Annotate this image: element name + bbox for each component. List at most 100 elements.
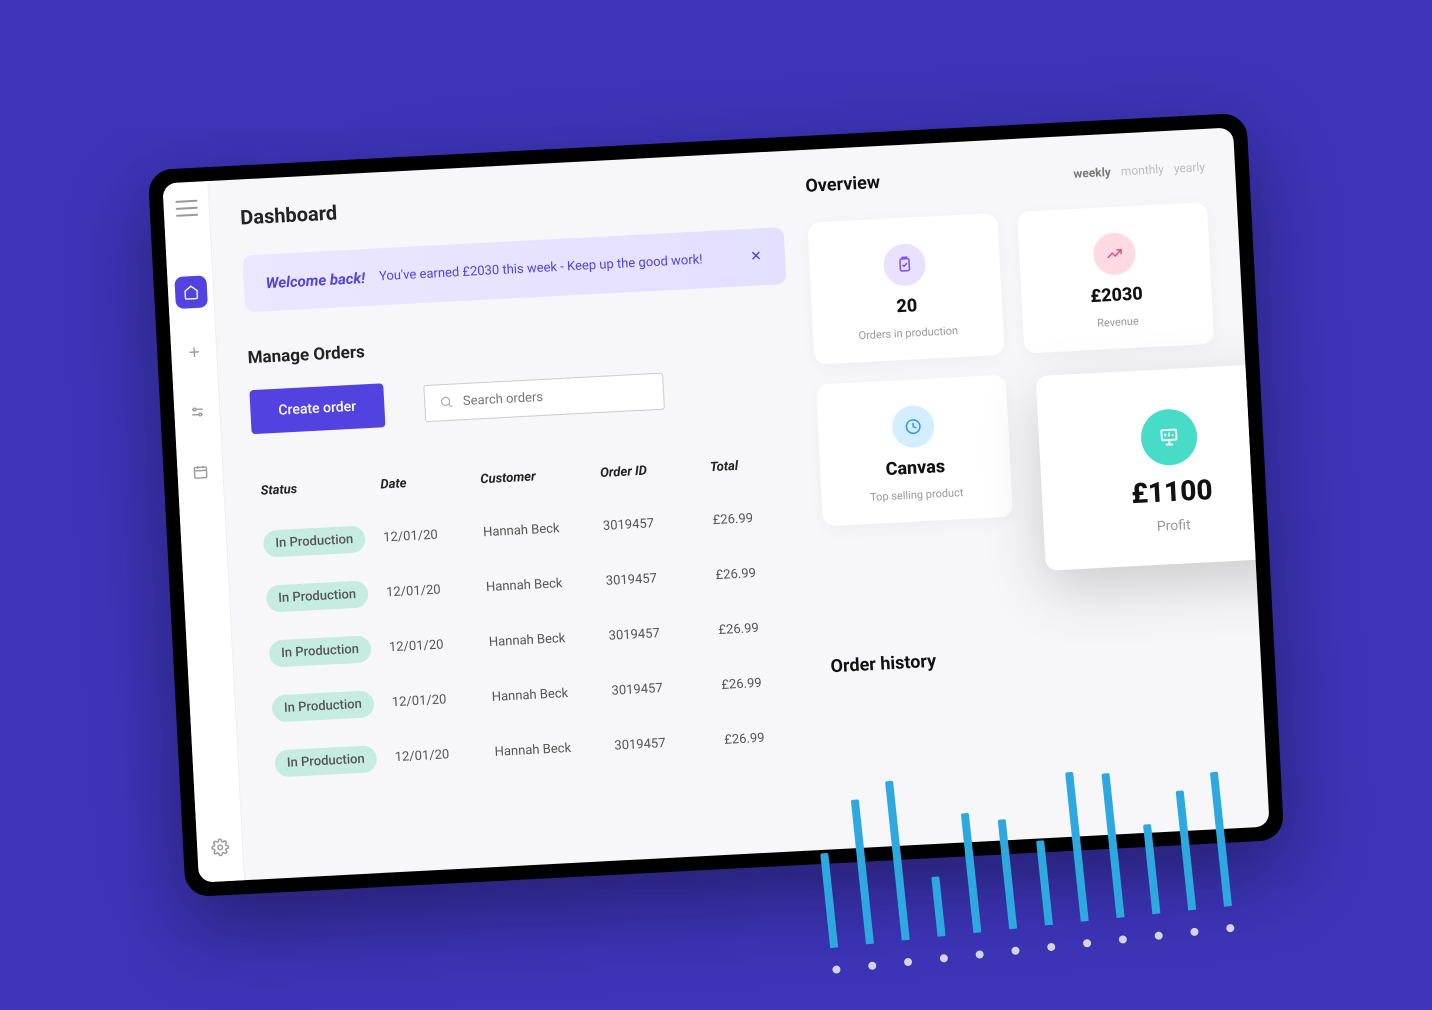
overview-header: Overview weekly monthly yearly (805, 155, 1206, 197)
cell-total: £26.99 (724, 729, 805, 748)
chart-bar (998, 819, 1017, 929)
cell-date: 12/01/20 (383, 525, 484, 545)
status-badge: In Production (274, 745, 377, 777)
card-orders-label: Orders in production (858, 324, 958, 342)
close-icon (749, 248, 764, 263)
cell-order-id: 3019457 (614, 733, 725, 754)
search-input[interactable] (463, 384, 650, 409)
cell-order-id: 3019457 (605, 568, 716, 589)
tab-yearly[interactable]: yearly (1173, 160, 1205, 176)
welcome-banner: Welcome back! You've earned £2030 this w… (242, 227, 786, 312)
col-date: Date (380, 472, 481, 492)
chart-bar (1036, 840, 1053, 925)
col-order-id: Order ID (600, 460, 711, 481)
search-icon (439, 395, 454, 410)
chart-dot (975, 950, 984, 959)
search-orders-box[interactable] (423, 372, 665, 422)
card-revenue-label: Revenue (1097, 315, 1139, 330)
chart-bar (885, 781, 910, 941)
gear-icon (210, 838, 229, 857)
calendar-icon (192, 464, 209, 481)
card-profit-label: Profit (1156, 517, 1191, 535)
col-total: Total (710, 456, 791, 475)
nav-calendar[interactable] (183, 455, 217, 489)
chart-bars (809, 707, 1232, 948)
col-status: Status (260, 478, 381, 499)
card-profit[interactable]: £1100 Profit (1036, 362, 1270, 570)
chart-bar (931, 876, 945, 937)
plus-icon (185, 344, 202, 361)
trend-icon (1092, 232, 1136, 276)
chart-bar (1065, 772, 1089, 922)
hamburger-icon[interactable] (175, 200, 198, 217)
tab-weekly[interactable]: weekly (1073, 165, 1111, 181)
nav-list (174, 275, 217, 488)
chart-bar (1143, 824, 1160, 914)
tab-monthly[interactable]: monthly (1120, 162, 1164, 178)
banner-title: Welcome back! (265, 269, 365, 292)
cell-customer: Hannah Beck (488, 629, 609, 650)
cell-order-id: 3019457 (611, 678, 722, 699)
overview-cards: 20 Orders in production £2030 Revenue (807, 202, 1222, 527)
chart-bar (1101, 773, 1124, 918)
sliders-icon (189, 404, 206, 421)
card-revenue[interactable]: £2030 Revenue (1017, 202, 1214, 354)
nav-add[interactable] (177, 335, 211, 369)
tablet-frame: Dashboard Welcome back! You've earned £2… (148, 113, 1285, 898)
chart-dot (1118, 935, 1127, 944)
status-badge: In Production (266, 580, 369, 612)
orders-toolbar: Create order (249, 362, 793, 434)
cell-customer: Hannah Beck (491, 684, 612, 705)
cell-date: 12/01/20 (386, 580, 487, 600)
cell-customer: Hannah Beck (494, 739, 615, 760)
clock-icon (891, 405, 935, 449)
cell-date: 12/01/20 (394, 745, 495, 765)
manage-orders-title: Manage Orders (247, 320, 789, 368)
banner-close-button[interactable] (749, 246, 764, 268)
chart-dot (1154, 931, 1163, 940)
cell-order-id: 3019457 (608, 623, 719, 644)
col-customer: Customer (480, 466, 601, 487)
cell-order-id: 3019457 (603, 513, 714, 534)
cell-customer: Hannah Beck (483, 519, 604, 540)
chart-dot (904, 958, 913, 967)
cell-date: 12/01/20 (389, 635, 490, 655)
nav-home[interactable] (174, 275, 208, 309)
presentation-icon (1140, 408, 1199, 467)
overview-title: Overview (805, 172, 881, 197)
cell-total: £26.99 (721, 674, 802, 693)
order-history-title: Order history (830, 635, 1231, 677)
card-profit-value: £1100 (1130, 473, 1213, 510)
card-product-label: Top selling product (870, 486, 964, 504)
page-title: Dashboard (240, 177, 783, 229)
orders-table: Status Date Customer Order ID Total In P… (254, 456, 811, 792)
chart-bar (820, 853, 838, 948)
cell-date: 12/01/20 (392, 690, 493, 710)
left-column: Dashboard Welcome back! You've earned £2… (240, 177, 817, 878)
order-history-chart (809, 707, 1234, 974)
chart-bar (961, 813, 981, 933)
home-icon (182, 284, 199, 301)
cell-total: £26.99 (715, 564, 796, 583)
cell-total: £26.99 (718, 619, 799, 638)
chart-dot (1190, 928, 1199, 937)
chart-dot (1226, 924, 1235, 933)
status-badge: In Production (271, 690, 374, 722)
clipboard-icon (883, 243, 927, 287)
chart-dot (868, 961, 877, 970)
cell-customer: Hannah Beck (486, 574, 607, 595)
chart-bar (851, 799, 874, 944)
cell-total: £26.99 (712, 509, 793, 528)
banner-text: You've earned £2030 this week - Keep up … (379, 251, 736, 285)
status-badge: In Production (268, 635, 371, 667)
card-revenue-value: £2030 (1090, 283, 1143, 307)
nav-settings[interactable] (203, 831, 237, 865)
card-top-product[interactable]: Canvas Top selling product (816, 375, 1013, 527)
card-orders[interactable]: 20 Orders in production (807, 213, 1004, 365)
chart-bar (1176, 790, 1196, 910)
chart-dot (939, 954, 948, 963)
nav-filters[interactable] (180, 395, 214, 429)
create-order-button[interactable]: Create order (249, 383, 385, 434)
chart-dot (1047, 943, 1056, 952)
period-tabs: weekly monthly yearly (1073, 160, 1205, 181)
